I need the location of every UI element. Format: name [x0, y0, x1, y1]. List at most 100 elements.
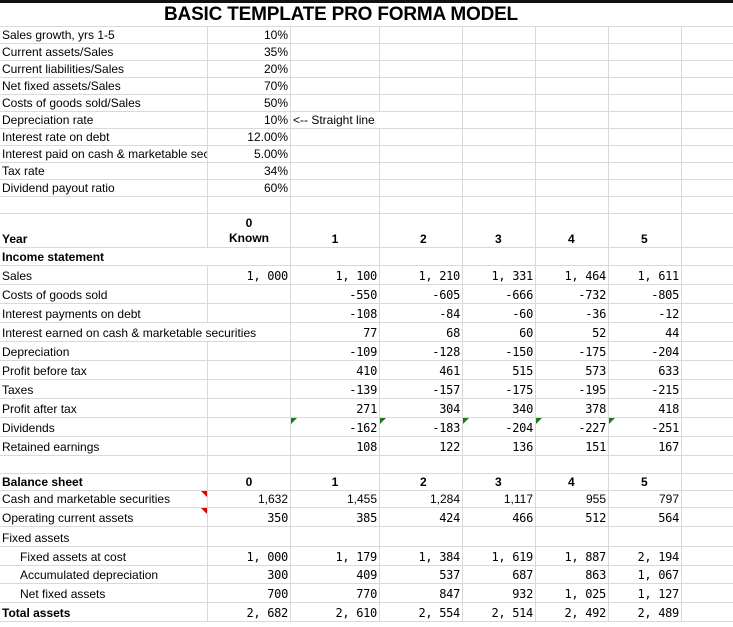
income-row-label[interactable]: Taxes: [0, 380, 208, 398]
cell[interactable]: [682, 474, 733, 490]
cell[interactable]: [682, 163, 733, 179]
cell[interactable]: [682, 146, 733, 162]
income-value[interactable]: -139: [291, 380, 380, 398]
income-value[interactable]: -12: [609, 304, 682, 322]
comment-indicator-icon[interactable]: [291, 418, 297, 424]
income-value[interactable]: -84: [380, 304, 463, 322]
cell[interactable]: [291, 197, 380, 213]
cell[interactable]: [682, 437, 733, 455]
balance-value[interactable]: [380, 527, 463, 546]
cell[interactable]: [380, 95, 463, 111]
parameter-note[interactable]: [291, 95, 380, 111]
income-value[interactable]: 1, 331: [463, 266, 536, 284]
income-value[interactable]: -60: [463, 304, 536, 322]
cell[interactable]: [682, 3, 733, 26]
income-value[interactable]: -204: [609, 342, 682, 360]
cell[interactable]: [609, 44, 682, 60]
parameter-label[interactable]: Dividend payout ratio: [0, 180, 208, 196]
cell[interactable]: [463, 95, 536, 111]
parameter-value[interactable]: 35%: [208, 44, 291, 60]
cell[interactable]: [682, 418, 733, 436]
cell[interactable]: [536, 146, 609, 162]
cell[interactable]: [609, 146, 682, 162]
parameter-label[interactable]: Current liabilities/Sales: [0, 61, 208, 77]
cell[interactable]: [380, 248, 463, 265]
cell[interactable]: [682, 566, 733, 583]
cell[interactable]: [682, 61, 733, 77]
cell[interactable]: [682, 456, 733, 473]
cell[interactable]: [463, 112, 536, 128]
comment-indicator-icon[interactable]: [536, 418, 542, 424]
parameter-value[interactable]: 5.00%: [208, 146, 291, 162]
cell[interactable]: [609, 456, 682, 473]
balance-value[interactable]: 2, 514: [463, 603, 536, 621]
comment-indicator-icon[interactable]: [380, 418, 386, 424]
income-value[interactable]: -128: [380, 342, 463, 360]
cell[interactable]: [682, 380, 733, 398]
balance-value[interactable]: 700: [208, 584, 291, 602]
income-value[interactable]: 167: [609, 437, 682, 455]
balance-value[interactable]: 537: [380, 566, 463, 583]
balance-value[interactable]: 564: [609, 508, 682, 526]
income-value[interactable]: 515: [463, 361, 536, 379]
cell[interactable]: [682, 44, 733, 60]
balance-value[interactable]: [536, 527, 609, 546]
income-value[interactable]: 122: [380, 437, 463, 455]
income-row-label[interactable]: Retained earnings: [0, 437, 208, 455]
cell[interactable]: [682, 399, 733, 417]
cell[interactable]: [682, 304, 733, 322]
balance-row-label[interactable]: Cash and marketable securities: [0, 491, 208, 507]
year-0-header[interactable]: 0 Known: [208, 214, 291, 247]
balance-value[interactable]: 932: [463, 584, 536, 602]
balance-value[interactable]: [291, 527, 380, 546]
balance-value[interactable]: 863: [536, 566, 609, 583]
parameter-value[interactable]: 12.00%: [208, 129, 291, 145]
cell[interactable]: [609, 95, 682, 111]
balance-value[interactable]: 1, 127: [609, 584, 682, 602]
cell[interactable]: [682, 266, 733, 284]
cell[interactable]: [682, 547, 733, 565]
cell[interactable]: [682, 129, 733, 145]
income-value[interactable]: -732: [536, 285, 609, 303]
cell[interactable]: [536, 163, 609, 179]
income-value[interactable]: -805: [609, 285, 682, 303]
parameter-note[interactable]: [291, 163, 380, 179]
parameter-value[interactable]: 10%: [208, 27, 291, 43]
cell[interactable]: [536, 27, 609, 43]
parameter-note[interactable]: [291, 61, 380, 77]
cell[interactable]: [682, 323, 733, 341]
balance-row-label[interactable]: Operating current assets: [0, 508, 208, 526]
income-value[interactable]: 60: [463, 323, 536, 341]
parameter-label[interactable]: Tax rate: [0, 163, 208, 179]
income-value[interactable]: -150: [463, 342, 536, 360]
income-value[interactable]: -605: [380, 285, 463, 303]
income-row-label[interactable]: Profit before tax: [0, 361, 208, 379]
balance-value[interactable]: 1, 025: [536, 584, 609, 602]
cell[interactable]: [208, 456, 291, 473]
balance-value[interactable]: 847: [380, 584, 463, 602]
balance-value[interactable]: 1, 067: [609, 566, 682, 583]
parameter-note[interactable]: [291, 44, 380, 60]
cell[interactable]: [380, 129, 463, 145]
comment-indicator-icon[interactable]: [463, 418, 469, 424]
bs-year-4-header[interactable]: 4: [536, 474, 609, 490]
cell[interactable]: [536, 456, 609, 473]
cell[interactable]: [609, 163, 682, 179]
parameter-label[interactable]: Costs of goods sold/Sales: [0, 95, 208, 111]
cell[interactable]: [682, 95, 733, 111]
cell[interactable]: [609, 61, 682, 77]
cell[interactable]: [291, 456, 380, 473]
income-value[interactable]: -666: [463, 285, 536, 303]
cell[interactable]: [609, 78, 682, 94]
cell[interactable]: [463, 248, 536, 265]
cell[interactable]: [536, 78, 609, 94]
cell[interactable]: [380, 78, 463, 94]
balance-value[interactable]: 1, 887: [536, 547, 609, 565]
cell[interactable]: [380, 44, 463, 60]
cell[interactable]: [536, 61, 609, 77]
parameter-value[interactable]: 34%: [208, 163, 291, 179]
balance-value[interactable]: 687: [463, 566, 536, 583]
income-value[interactable]: 77: [291, 323, 380, 341]
balance-value[interactable]: 409: [291, 566, 380, 583]
income-value[interactable]: 1, 100: [291, 266, 380, 284]
